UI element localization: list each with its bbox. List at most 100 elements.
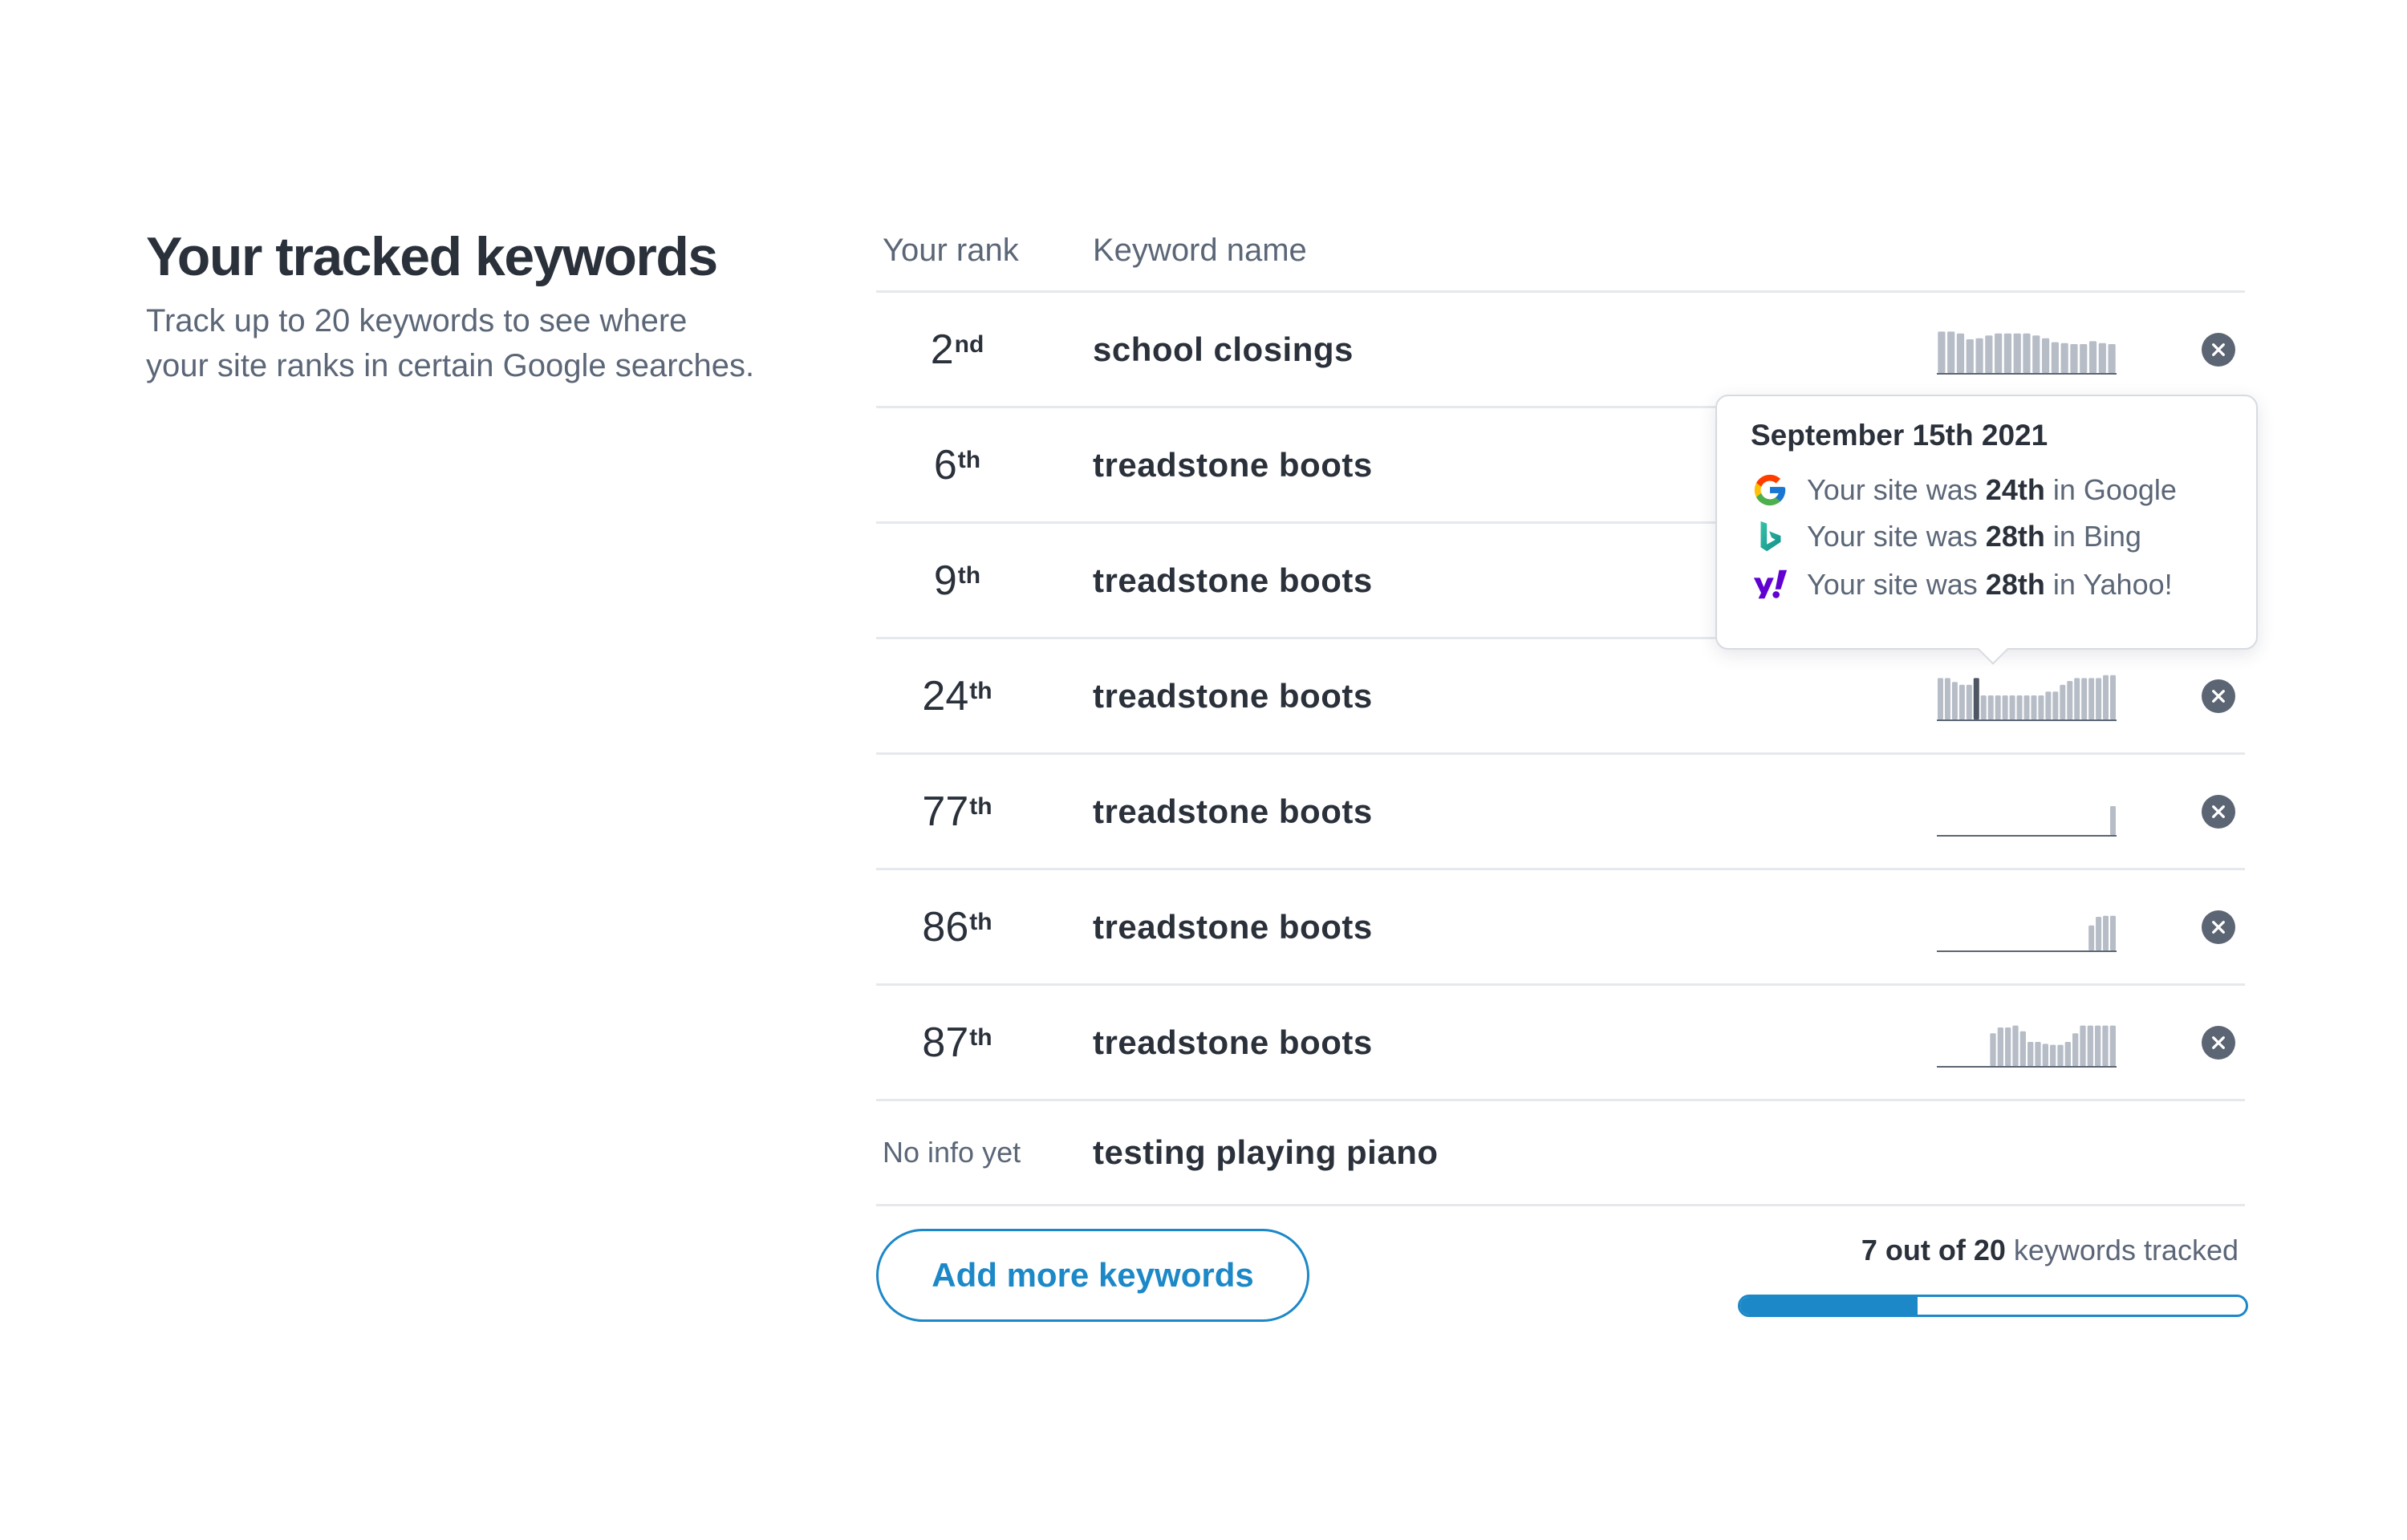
header-keyword: Keyword name [1093,233,1307,268]
sparkline-bar [2081,678,2088,719]
table-row: 77th treadstone boots [876,755,2245,870]
sparkline-bar [1973,678,1979,719]
sparkline-bar [2050,1044,2056,1066]
sparkline-bar [2027,1042,2034,1066]
keyword-usage-progress-fill [1740,1297,1918,1315]
sparkline-bar [1987,695,1994,719]
remove-keyword-button[interactable] [2202,333,2235,367]
rank-cell: 24th [922,672,992,719]
sparkline-bar [2098,342,2106,373]
keyword-name: treadstone boots [1093,445,1373,484]
sparkline-bar [2005,1027,2011,1066]
sparkline-bar [2023,333,2031,373]
sparkline-bar [2109,1025,2116,1066]
page-description: Track up to 20 keywords to see where you… [146,303,755,383]
rank-cell: 87th [922,1019,992,1066]
sparkline-bar [2032,335,2040,373]
sparkline-bar [1951,682,1958,719]
close-icon [2212,805,2225,818]
sparkline-bar [1958,684,1965,719]
sparkline-bar [1966,339,1974,373]
sparkline-bar [1995,695,2001,719]
close-icon [2212,690,2225,703]
add-more-keywords-button[interactable]: Add more keywords [876,1229,1309,1322]
sparkline-bar [2103,915,2109,950]
close-icon [2212,921,2225,934]
sparkline-bar [1975,338,1983,373]
remove-keyword-button[interactable] [2202,795,2235,829]
sparkline-bar [1947,331,1955,373]
sparkline-bar [1937,678,1943,719]
sparkline-bar [2067,681,2073,719]
keyword-name: testing playing piano [1093,1133,1439,1171]
tooltip-line-bing: Your site was 28th in Bing [1751,517,2141,557]
sparkline-bar [2038,695,2044,719]
header-rank: Your rank [883,233,1019,268]
rank-trend-sparkline[interactable] [1937,323,2117,375]
keyword-name: treadstone boots [1093,792,1373,830]
table-row: 87th treadstone boots [876,986,2245,1101]
rank-cell: 2nd [930,326,984,373]
sparkline-bar [2096,678,2102,719]
remove-keyword-button[interactable] [2202,910,2235,944]
sparkline-bar [2019,1031,2026,1066]
sparkline-bar [1995,333,2003,373]
sparkline-bar [2103,675,2109,719]
rank-cell: 77th [922,788,992,835]
tooltip-line-yahoo: Your site was 28th in Yahoo! [1751,565,2173,605]
sparkline-bar [2042,1044,2048,1066]
tooltip-line-google: Your site was 24th in Google [1751,470,2177,510]
sparkline-bar [2110,915,2117,950]
yahoo-icon [1751,565,1789,604]
sparkline-bar [1944,678,1950,719]
sparkline-bar [1985,335,1993,373]
table-footer: Add more keywords 7 out of 20 keywords t… [876,1229,2248,1333]
table-header: Your rank Keyword name [876,210,2245,293]
sparkline-bar [1997,1027,2003,1066]
sparkline-bar [2031,695,2037,719]
intro-section: Your tracked keywords Track up to 20 key… [146,217,756,388]
sparkline-bar [2013,333,2021,373]
table-row: 86th treadstone boots [876,870,2245,986]
close-icon [2212,1036,2225,1049]
sparkline-bar [2009,695,2015,719]
google-icon [1751,471,1789,509]
rank-trend-sparkline[interactable] [1937,785,2117,837]
sparkline-bar [2087,1025,2093,1066]
keyword-usage-label: 7 out of 20 keywords tracked [1861,1234,2239,1266]
remove-keyword-button[interactable] [2202,679,2235,713]
sparkline-bar [1980,695,1987,719]
sparkline-bar [2074,678,2080,719]
sparkline-bar [2060,342,2068,373]
keyword-name: treadstone boots [1093,907,1373,946]
sparkline-bar [2095,1025,2101,1066]
sparkline-bar [2070,344,2078,373]
sparkline-bar [2016,695,2023,719]
sparkline-bar [2064,1042,2071,1066]
sparkline-bar [2108,344,2116,373]
tooltip-date: September 15th 2021 [1751,419,2048,452]
keyword-name: school closings [1093,330,1354,368]
sparkline-bar [2003,333,2012,373]
sparkline-bar [2051,342,2059,373]
sparkline-bar [2072,1033,2079,1066]
sparkline-bar [2080,1025,2086,1066]
rank-trend-sparkline[interactable] [1937,1016,2117,1068]
table-row: 24th treadstone boots [876,639,2245,755]
keyword-usage-progress [1738,1295,2248,1317]
remove-keyword-button[interactable] [2202,1026,2235,1060]
rank-trend-sparkline[interactable] [1937,670,2117,721]
sparkline-bar [2057,1044,2064,1066]
sparkline-bar [2023,695,2030,719]
rank-cell: 6th [933,441,981,488]
keyword-name: treadstone boots [1093,676,1373,715]
table-row: No info yet testing playing piano [876,1101,2245,1206]
sparkline-bar [2035,1042,2041,1066]
sparkline-bar [2041,338,2050,373]
rank-tooltip: September 15th 2021 Your site was 24th in … [1715,395,2258,650]
keyword-name: treadstone boots [1093,1023,1373,1061]
rank-cell: 9th [933,557,981,604]
rank-trend-sparkline[interactable] [1937,901,2117,952]
sparkline-bar [2002,695,2008,719]
sparkline-bar [2110,675,2117,719]
